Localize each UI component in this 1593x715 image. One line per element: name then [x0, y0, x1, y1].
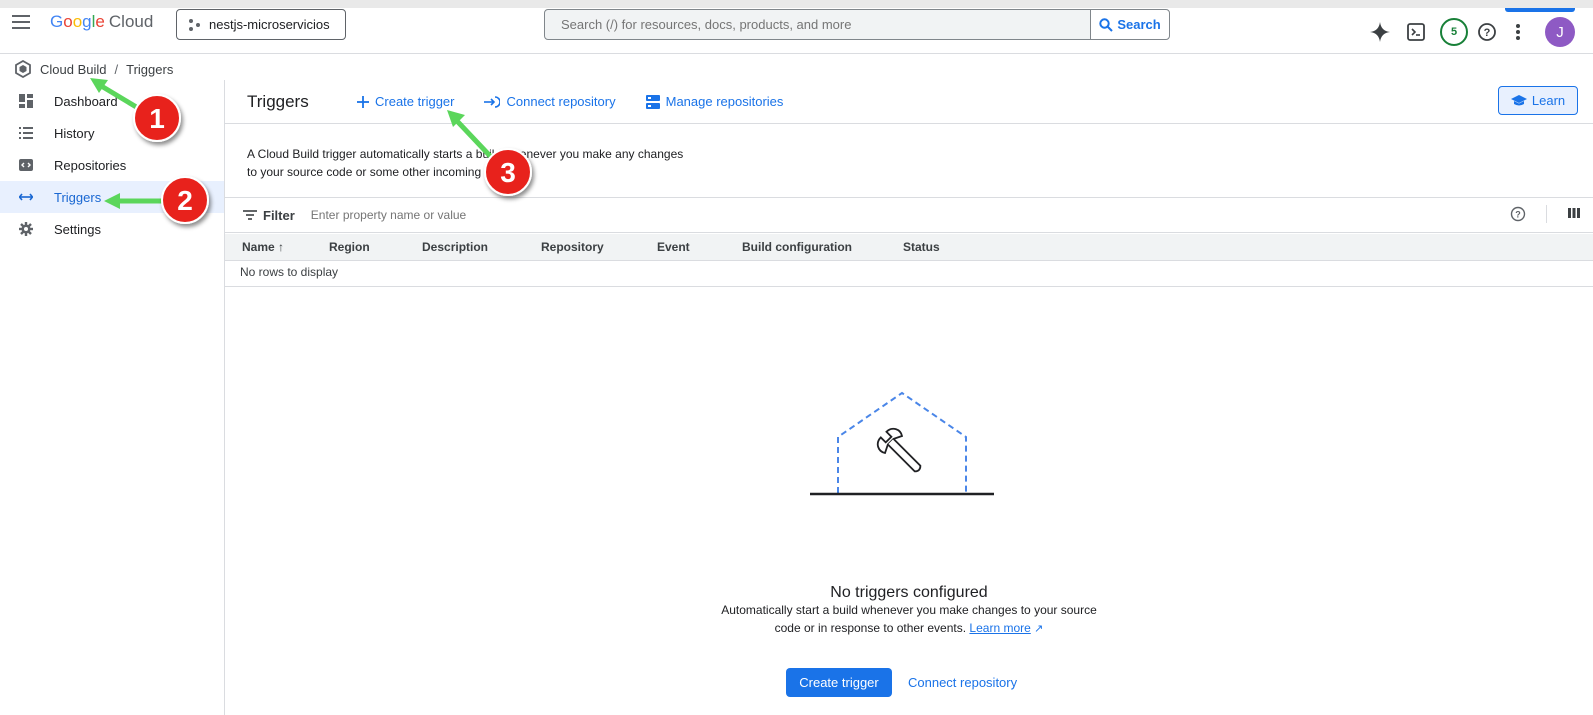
filter-icon [243, 210, 257, 220]
external-link-icon: ↗ [1034, 623, 1044, 635]
filter-tools: ? [1510, 205, 1581, 223]
sidebar-item-label: History [54, 125, 95, 141]
school-icon [1510, 94, 1527, 105]
logo-letter: o [72, 12, 83, 31]
table-header: Name ↑ Region Description Repository Eve… [225, 234, 1593, 261]
notifications-badge[interactable]: 5 [1440, 18, 1468, 46]
learn-more-link[interactable]: Learn more [969, 621, 1030, 635]
tools-divider [1546, 205, 1547, 223]
search-button[interactable]: Search [1090, 10, 1169, 39]
column-header-name[interactable]: Name ↑ [242, 240, 284, 254]
plus-icon [357, 95, 369, 108]
search-button-label: Search [1117, 17, 1161, 32]
page-description: A Cloud Build trigger automatically star… [247, 145, 717, 181]
help-icon[interactable]: ? [1478, 23, 1496, 41]
manage-repositories-link[interactable]: Manage repositories [645, 94, 784, 109]
create-trigger-button[interactable]: Create trigger [786, 668, 892, 697]
connect-repository-link[interactable]: Connect repository [484, 94, 616, 109]
sidebar: Dashboard History Repositories Triggers … [0, 80, 225, 715]
empty-state-title: No triggers configured [830, 584, 988, 601]
wrench-icon [876, 427, 922, 473]
page-header: Triggers Create trigger Connect reposito… [225, 80, 1593, 124]
search-bar: Search [544, 9, 1170, 40]
sidebar-item-label: Repositories [54, 157, 127, 173]
logo-google-word: Google [50, 12, 105, 31]
empty-state-line-1: Automatically start a build whenever you… [721, 603, 1097, 617]
manage-repositories-label: Manage repositories [665, 94, 784, 109]
breadcrumb-page: Triggers [126, 61, 174, 77]
top-accent-strip [1505, 8, 1575, 12]
dashboard-icon [18, 93, 34, 109]
sort-arrow-up-icon: ↑ [278, 240, 285, 254]
breadcrumb-separator: / [114, 61, 119, 77]
avatar[interactable]: J [1545, 17, 1575, 47]
logo-cloud-word: Cloud [108, 12, 154, 31]
filter-bar: Filter ? [225, 197, 1593, 233]
cloud-build-icon [15, 60, 31, 78]
sidebar-item-history[interactable]: History [0, 117, 224, 149]
svg-text:?: ? [1484, 27, 1491, 39]
breadcrumb-product[interactable]: Cloud Build [40, 62, 107, 77]
table-divider [225, 286, 1593, 287]
learn-button[interactable]: Learn [1498, 86, 1578, 115]
more-vert-icon[interactable] [1515, 23, 1521, 41]
project-name: nestjs-microservicios [209, 17, 330, 32]
sidebar-item-dashboard[interactable]: Dashboard [0, 85, 224, 117]
hamburger-menu-icon[interactable] [10, 11, 32, 33]
search-icon [1099, 17, 1114, 32]
description-line-1: A Cloud Build trigger automatically star… [247, 147, 684, 161]
sidebar-item-label: Settings [54, 221, 101, 237]
list-icon [18, 125, 34, 141]
filter-input[interactable] [310, 208, 711, 222]
svg-text:?: ? [1515, 210, 1521, 220]
learn-button-label: Learn [1531, 93, 1566, 108]
sidebar-item-label: Dashboard [54, 93, 118, 109]
sidebar-item-repositories[interactable]: Repositories [0, 149, 224, 181]
column-display-icon[interactable] [1567, 206, 1581, 220]
learn-more-label: Learn more [969, 621, 1031, 635]
filter-button[interactable]: Filter [243, 208, 295, 223]
google-cloud-logo[interactable]: Google Cloud [50, 12, 153, 32]
create-trigger-label: Create trigger [375, 94, 455, 109]
logo-letter: g [82, 12, 92, 31]
sidebar-item-settings[interactable]: Settings [0, 213, 224, 245]
project-icon [189, 18, 201, 31]
help-icon[interactable]: ? [1510, 206, 1526, 222]
sidebar-item-triggers[interactable]: Triggers [0, 181, 224, 213]
logo-letter: e [95, 12, 105, 31]
table-empty-message: No rows to display [240, 265, 339, 279]
logo-letter: G [50, 12, 64, 31]
column-header-event[interactable]: Event [657, 240, 690, 254]
breadcrumb: Cloud Build / Triggers [14, 58, 173, 80]
empty-state-line-2-row: code or in response to other events. Lea… [700, 619, 1118, 638]
filter-label: Filter [263, 207, 295, 223]
empty-state-illustration [810, 391, 994, 496]
create-trigger-link[interactable]: Create trigger [357, 94, 454, 109]
column-name-label: Name [242, 240, 275, 254]
manage-repositories-icon [645, 94, 660, 109]
empty-state-description: Automatically start a build whenever you… [700, 601, 1118, 638]
search-input[interactable] [545, 10, 1090, 39]
page-title: Triggers [247, 91, 309, 111]
repository-icon [18, 157, 34, 173]
connect-repository-label: Connect repository [506, 94, 616, 109]
trigger-arrow-icon [18, 189, 34, 205]
empty-state-line-2: code or in response to other events. [774, 621, 967, 635]
column-header-build-configuration[interactable]: Build configuration [742, 240, 852, 254]
gemini-sparkle-icon[interactable] [1370, 22, 1390, 42]
column-header-region[interactable]: Region [329, 240, 370, 254]
description-line-2: to your source code or some other incomi… [247, 165, 518, 179]
logo-letter: o [63, 12, 73, 31]
column-header-description[interactable]: Description [422, 240, 488, 254]
project-selector[interactable]: nestjs-microservicios [176, 9, 346, 40]
column-header-status[interactable]: Status [903, 240, 940, 254]
cloud-shell-icon[interactable] [1407, 23, 1425, 41]
connect-icon [484, 95, 501, 108]
sidebar-item-label: Triggers [54, 189, 102, 205]
gear-icon [18, 221, 34, 237]
connect-repository-button[interactable]: Connect repository [908, 675, 1017, 690]
column-header-repository[interactable]: Repository [541, 240, 604, 254]
